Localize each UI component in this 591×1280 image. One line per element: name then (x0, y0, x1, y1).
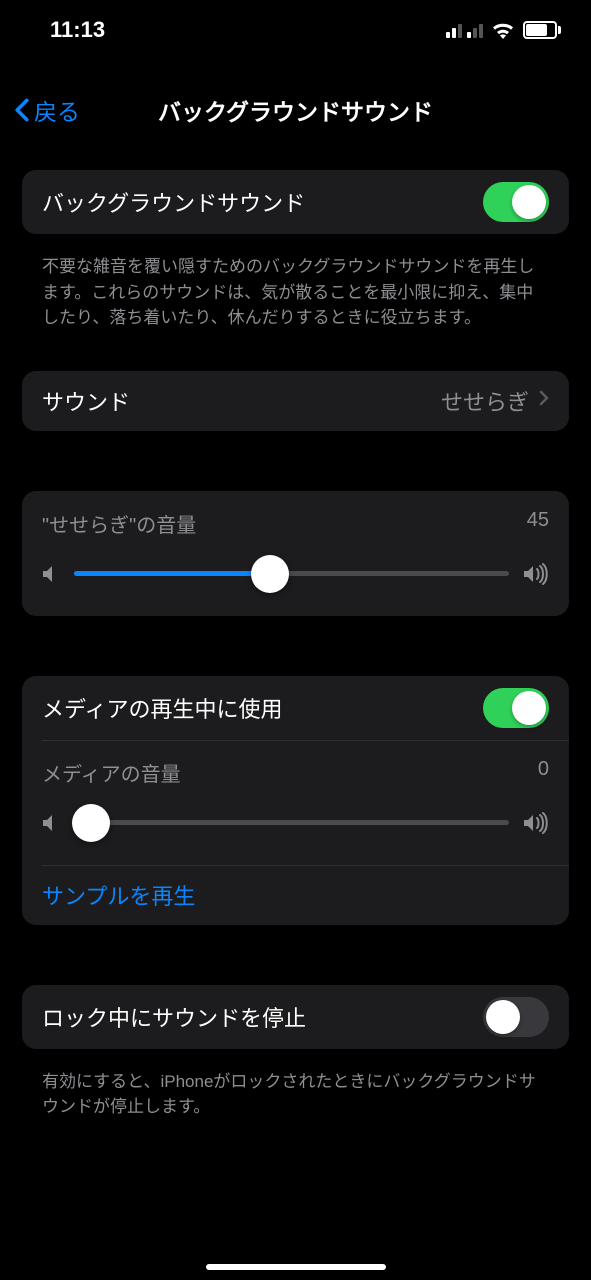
volume-high-icon (523, 812, 549, 834)
lock-stop-description: 有効にすると、iPhoneがロックされたときにバックグラウンドサウンドが停止しま… (22, 1059, 569, 1120)
media-playback-label: メディアの再生中に使用 (42, 692, 483, 724)
sound-volume-group: "せせらぎ"の音量 45 (22, 491, 569, 616)
sound-volume-value: 45 (527, 509, 549, 538)
status-right: 76 (446, 21, 561, 39)
back-label: 戻る (34, 93, 80, 127)
nav-header: 戻る バックグラウンドサウンド (0, 80, 591, 140)
chevron-left-icon (14, 98, 30, 122)
lock-group: ロック中にサウンドを停止 (22, 985, 569, 1049)
media-playback-row: メディアの再生中に使用 (22, 676, 569, 740)
page-title: バックグラウンドサウンド (0, 93, 591, 127)
status-bar: 11:13 76 (0, 0, 591, 60)
background-sound-label: バックグラウンドサウンド (42, 186, 483, 218)
sound-volume-slider[interactable] (74, 554, 509, 594)
sound-volume-label: "せせらぎ"の音量 (42, 509, 196, 538)
sound-row[interactable]: サウンド せせらぎ (22, 371, 569, 431)
play-sample-link: サンプルを再生 (42, 879, 195, 911)
chevron-right-icon (539, 389, 549, 412)
background-sound-description: 不要な雑音を覆い隠すためのバックグラウンドサウンドを再生します。これらのサウンド… (22, 244, 569, 331)
sound-label: サウンド (42, 385, 441, 417)
lock-stop-label: ロック中にサウンドを停止 (42, 1001, 483, 1033)
volume-high-icon (523, 563, 549, 585)
lock-stop-toggle[interactable] (483, 997, 549, 1037)
media-volume-slider[interactable] (74, 803, 509, 843)
main-toggle-group: バックグラウンドサウンド (22, 170, 569, 234)
volume-low-icon (42, 564, 60, 584)
media-volume-label: メディアの音量 (42, 758, 181, 787)
background-sound-toggle[interactable] (483, 182, 549, 222)
background-sound-row: バックグラウンドサウンド (22, 170, 569, 234)
status-time: 11:13 (50, 17, 105, 43)
home-indicator[interactable] (206, 1264, 386, 1270)
dual-sim-icon (446, 22, 483, 38)
media-group: メディアの再生中に使用 メディアの音量 0 サンプルを再生 (22, 676, 569, 925)
battery-icon: 76 (523, 21, 561, 39)
play-sample-row[interactable]: サンプルを再生 (22, 865, 569, 925)
back-button[interactable]: 戻る (14, 93, 80, 127)
volume-low-icon (42, 813, 60, 833)
battery-pct: 76 (526, 23, 560, 38)
wifi-icon (491, 21, 515, 39)
lock-stop-row: ロック中にサウンドを停止 (22, 985, 569, 1049)
sound-value: せせらぎ (441, 385, 529, 417)
media-volume-value: 0 (538, 758, 549, 787)
media-playback-toggle[interactable] (483, 688, 549, 728)
sound-picker-group: サウンド せせらぎ (22, 371, 569, 431)
